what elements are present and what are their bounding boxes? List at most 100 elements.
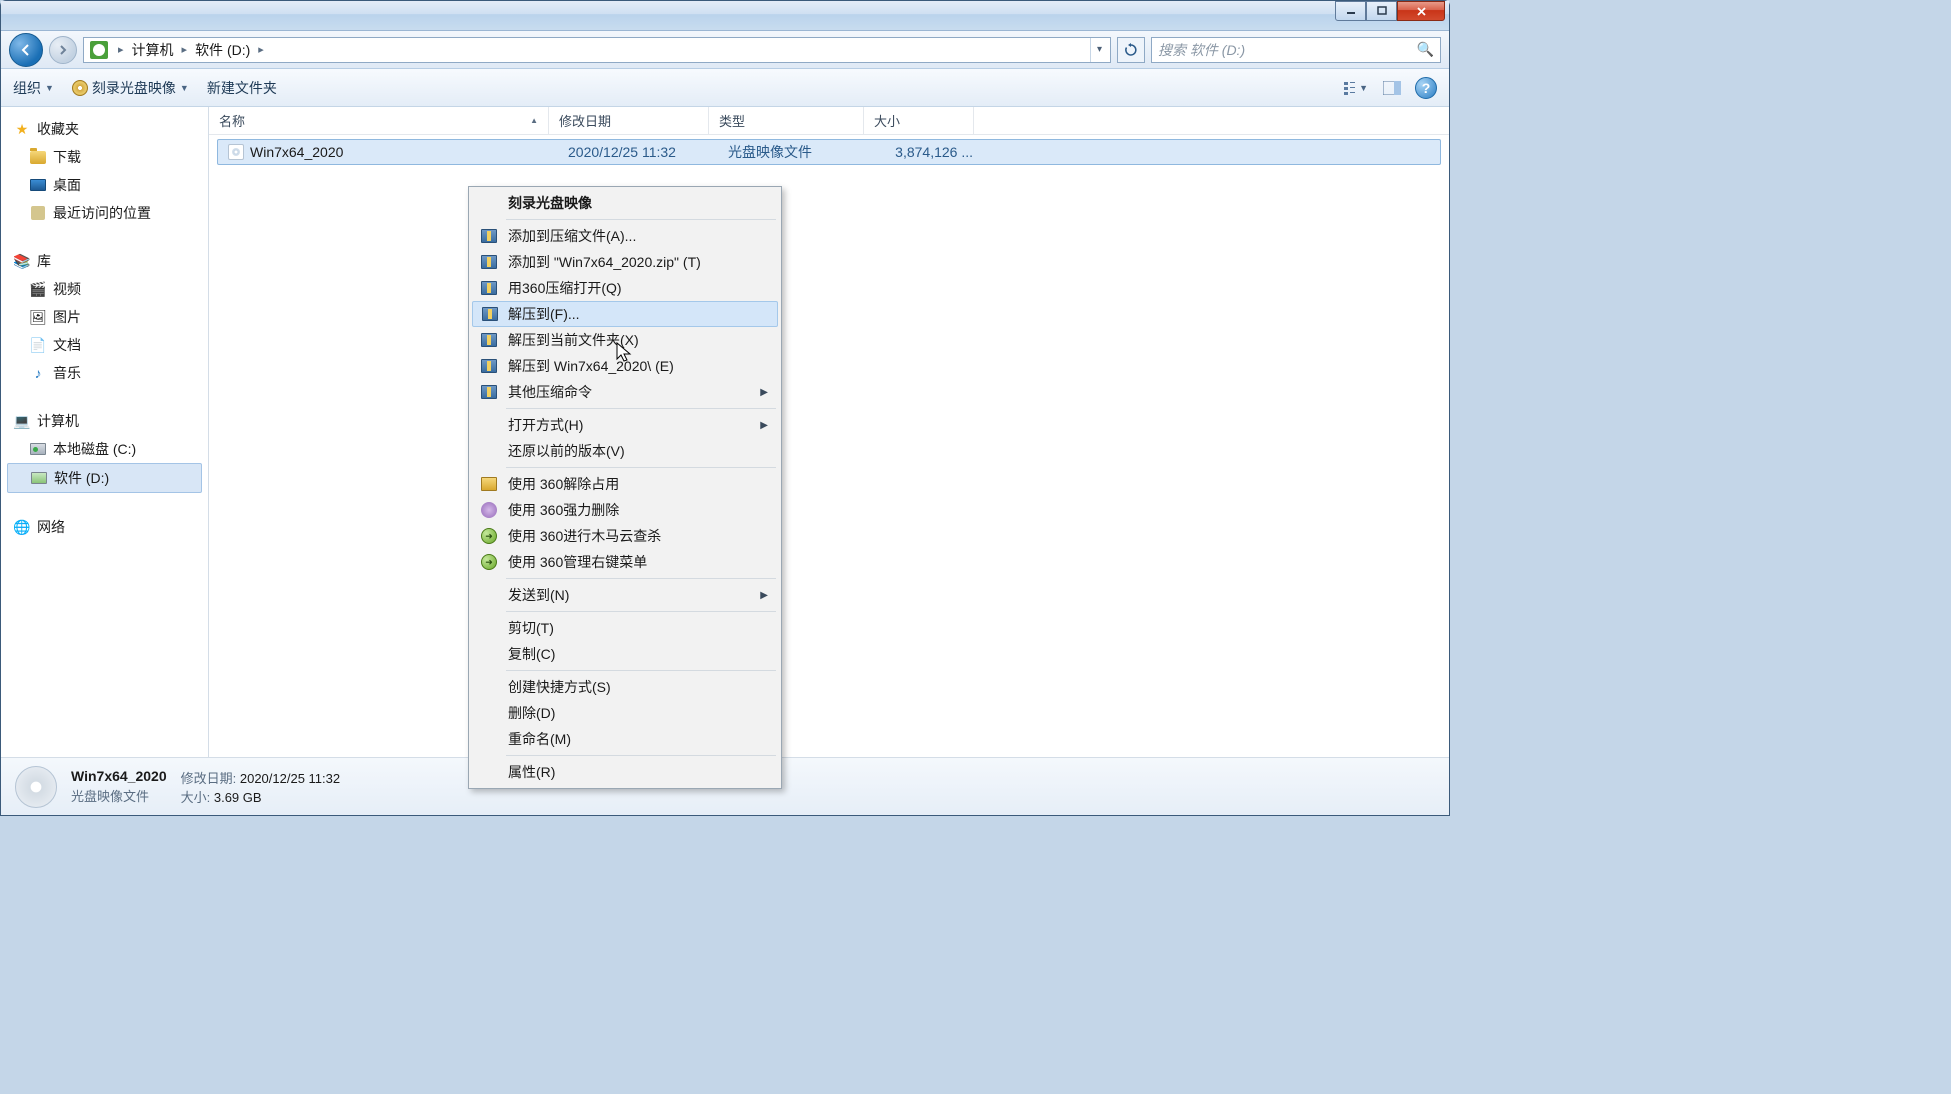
explorer-window: ▸ 计算机 ▸ 软件 (D:) ▸ ▾ 🔍 组织 ▼ 刻录光盘映像 ▼ 新建文件… bbox=[0, 0, 1450, 816]
separator bbox=[506, 578, 776, 579]
library-icon: 📚 bbox=[13, 252, 31, 270]
cm-extract-folder[interactable]: 解压到 Win7x64_2020\ (E) bbox=[472, 353, 778, 379]
music-icon: ♪ bbox=[29, 364, 47, 382]
cm-extract-here[interactable]: 解压到当前文件夹(X) bbox=[472, 327, 778, 353]
column-size[interactable]: 大小 bbox=[864, 107, 974, 134]
sidebar-videos[interactable]: 🎬视频 bbox=[1, 275, 208, 303]
forward-button[interactable] bbox=[49, 36, 77, 64]
details-type: 光盘映像文件 bbox=[71, 787, 167, 807]
cm-send-to[interactable]: 发送到(N)▶ bbox=[472, 582, 778, 608]
new-folder-button[interactable]: 新建文件夹 bbox=[207, 78, 277, 98]
column-date[interactable]: 修改日期 bbox=[549, 107, 709, 134]
cm-shortcut[interactable]: 创建快捷方式(S) bbox=[472, 674, 778, 700]
search-input[interactable] bbox=[1158, 42, 1417, 58]
sidebar-network[interactable]: 🌐网络 bbox=[1, 513, 208, 541]
cm-360-forcedel[interactable]: 使用 360强力删除 bbox=[472, 497, 778, 523]
search-icon[interactable]: 🔍 bbox=[1417, 41, 1434, 58]
chevron-right-icon[interactable]: ▸ bbox=[254, 43, 268, 56]
separator bbox=[506, 755, 776, 756]
sidebar-drive-d[interactable]: 软件 (D:) bbox=[7, 463, 202, 493]
video-icon: 🎬 bbox=[29, 280, 47, 298]
cm-add-zip[interactable]: 添加到 "Win7x64_2020.zip" (T) bbox=[472, 249, 778, 275]
cm-360-menu[interactable]: 使用 360管理右键菜单 bbox=[472, 549, 778, 575]
navbar: ▸ 计算机 ▸ 软件 (D:) ▸ ▾ 🔍 bbox=[1, 31, 1449, 69]
minimize-button[interactable] bbox=[1335, 1, 1366, 21]
separator bbox=[506, 670, 776, 671]
file-row[interactable]: Win7x64_2020 2020/12/25 11:32 光盘映像文件 3,8… bbox=[217, 139, 1441, 165]
cm-burn[interactable]: 刻录光盘映像 bbox=[472, 190, 778, 216]
back-button[interactable] bbox=[9, 33, 43, 67]
maximize-button[interactable] bbox=[1366, 1, 1397, 21]
burn-label: 刻录光盘映像 bbox=[92, 78, 176, 98]
archive-icon bbox=[481, 385, 497, 399]
cm-rename[interactable]: 重命名(M) bbox=[472, 726, 778, 752]
scan-icon bbox=[481, 528, 497, 544]
sidebar-computer[interactable]: 💻计算机 bbox=[1, 407, 208, 435]
burn-disc-button[interactable]: 刻录光盘映像 ▼ bbox=[72, 78, 189, 98]
archive-icon bbox=[481, 229, 497, 243]
chevron-down-icon: ▼ bbox=[180, 83, 189, 93]
breadcrumb[interactable]: ▸ 计算机 ▸ 软件 (D:) ▸ ▾ bbox=[83, 37, 1111, 63]
sidebar-desktop[interactable]: 桌面 bbox=[1, 171, 208, 199]
refresh-button[interactable] bbox=[1117, 37, 1145, 63]
file-type: 光盘映像文件 bbox=[718, 142, 873, 162]
submenu-arrow-icon: ▶ bbox=[760, 590, 768, 601]
context-menu: 刻录光盘映像 添加到压缩文件(A)... 添加到 "Win7x64_2020.z… bbox=[468, 186, 782, 789]
details-meta: 修改日期: 2020/12/25 11:32 大小: 3.69 GB bbox=[181, 768, 341, 806]
column-type[interactable]: 类型 bbox=[709, 107, 864, 134]
navigation-pane: ★收藏夹 下载 桌面 最近访问的位置 📚库 🎬视频 🖼图片 📄文档 ♪音乐 💻计… bbox=[1, 107, 209, 757]
cm-360-unlock[interactable]: 使用 360解除占用 bbox=[472, 471, 778, 497]
archive-icon bbox=[481, 333, 497, 347]
disc-icon bbox=[72, 80, 88, 96]
archive-icon bbox=[481, 255, 497, 269]
preview-pane-button[interactable] bbox=[1379, 77, 1405, 99]
cm-copy[interactable]: 复制(C) bbox=[472, 641, 778, 667]
location-icon bbox=[90, 41, 108, 59]
sidebar-libraries[interactable]: 📚库 bbox=[1, 247, 208, 275]
sidebar-pictures[interactable]: 🖼图片 bbox=[1, 303, 208, 331]
chevron-down-icon: ▼ bbox=[1359, 83, 1368, 93]
sidebar-downloads[interactable]: 下载 bbox=[1, 143, 208, 171]
cm-360-trojan[interactable]: 使用 360进行木马云查杀 bbox=[472, 523, 778, 549]
submenu-arrow-icon: ▶ bbox=[760, 420, 768, 431]
help-button[interactable]: ? bbox=[1415, 77, 1437, 99]
breadcrumb-computer[interactable]: 计算机 bbox=[130, 40, 176, 60]
chevron-right-icon[interactable]: ▸ bbox=[114, 43, 128, 56]
file-name: Win7x64_2020 bbox=[250, 144, 343, 160]
star-icon: ★ bbox=[13, 120, 31, 138]
cm-open-with[interactable]: 打开方式(H)▶ bbox=[472, 412, 778, 438]
sidebar-recent[interactable]: 最近访问的位置 bbox=[1, 199, 208, 227]
cm-other-zip[interactable]: 其他压缩命令▶ bbox=[472, 379, 778, 405]
sidebar-music[interactable]: ♪音乐 bbox=[1, 359, 208, 387]
chevron-down-icon: ▼ bbox=[45, 83, 54, 93]
search-box[interactable]: 🔍 bbox=[1151, 37, 1441, 63]
sidebar-documents[interactable]: 📄文档 bbox=[1, 331, 208, 359]
archive-icon bbox=[481, 281, 497, 295]
submenu-arrow-icon: ▶ bbox=[760, 387, 768, 398]
recent-icon bbox=[31, 206, 45, 220]
chevron-right-icon[interactable]: ▸ bbox=[178, 43, 192, 56]
column-name[interactable]: 名称▲ bbox=[209, 107, 549, 134]
breadcrumb-dropdown[interactable]: ▾ bbox=[1090, 38, 1108, 62]
cm-open-360zip[interactable]: 用360压缩打开(Q) bbox=[472, 275, 778, 301]
sidebar-favorites[interactable]: ★收藏夹 bbox=[1, 115, 208, 143]
details-file-icon bbox=[15, 766, 57, 808]
drive-icon bbox=[31, 472, 47, 484]
cm-add-archive[interactable]: 添加到压缩文件(A)... bbox=[472, 223, 778, 249]
organize-menu[interactable]: 组织 ▼ bbox=[13, 78, 54, 98]
cm-extract-to[interactable]: 解压到(F)... bbox=[472, 301, 778, 327]
cm-restore[interactable]: 还原以前的版本(V) bbox=[472, 438, 778, 464]
breadcrumb-current[interactable]: 软件 (D:) bbox=[193, 40, 252, 60]
close-button[interactable] bbox=[1397, 1, 1445, 21]
sort-indicator-icon: ▲ bbox=[530, 116, 538, 125]
details-name: Win7x64_2020 bbox=[71, 768, 167, 784]
titlebar bbox=[1, 1, 1449, 31]
sidebar-drive-c[interactable]: 本地磁盘 (C:) bbox=[1, 435, 208, 463]
file-date: 2020/12/25 11:32 bbox=[558, 144, 718, 160]
cm-delete[interactable]: 删除(D) bbox=[472, 700, 778, 726]
new-folder-label: 新建文件夹 bbox=[207, 78, 277, 98]
cm-properties[interactable]: 属性(R) bbox=[472, 759, 778, 785]
view-mode-button[interactable]: ▼ bbox=[1343, 77, 1369, 99]
unlock-icon bbox=[481, 477, 497, 491]
cm-cut[interactable]: 剪切(T) bbox=[472, 615, 778, 641]
